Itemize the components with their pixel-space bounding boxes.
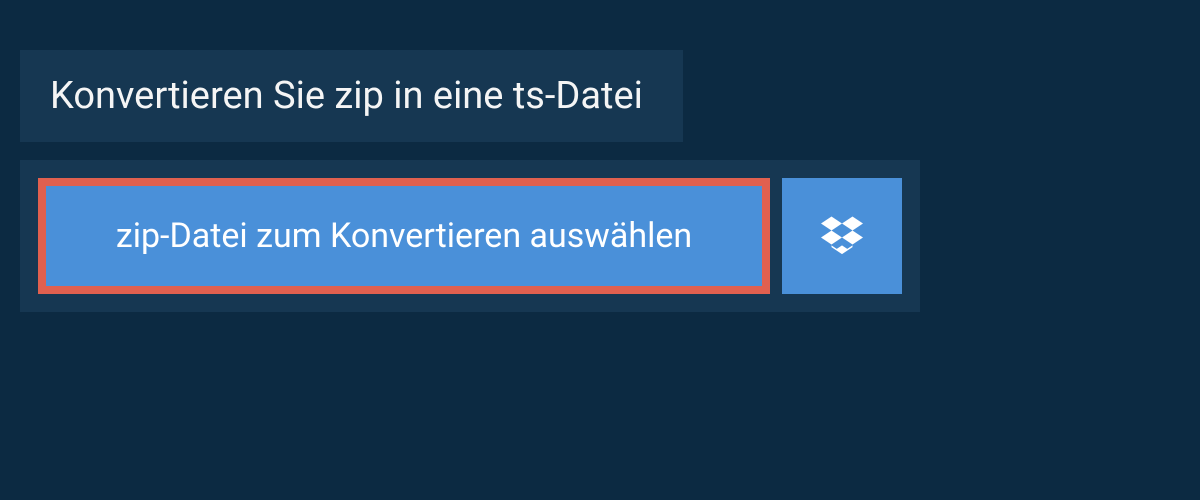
upload-panel: zip-Datei zum Konvertieren auswählen [20,160,920,312]
dropbox-icon [821,213,863,259]
select-file-label: zip-Datei zum Konvertieren auswählen [116,216,692,256]
page-title-bar: Konvertieren Sie zip in eine ts-Datei [20,50,683,142]
page-title: Konvertieren Sie zip in eine ts-Datei [50,74,643,118]
dropbox-button[interactable] [782,178,902,294]
select-file-button[interactable]: zip-Datei zum Konvertieren auswählen [38,178,770,294]
